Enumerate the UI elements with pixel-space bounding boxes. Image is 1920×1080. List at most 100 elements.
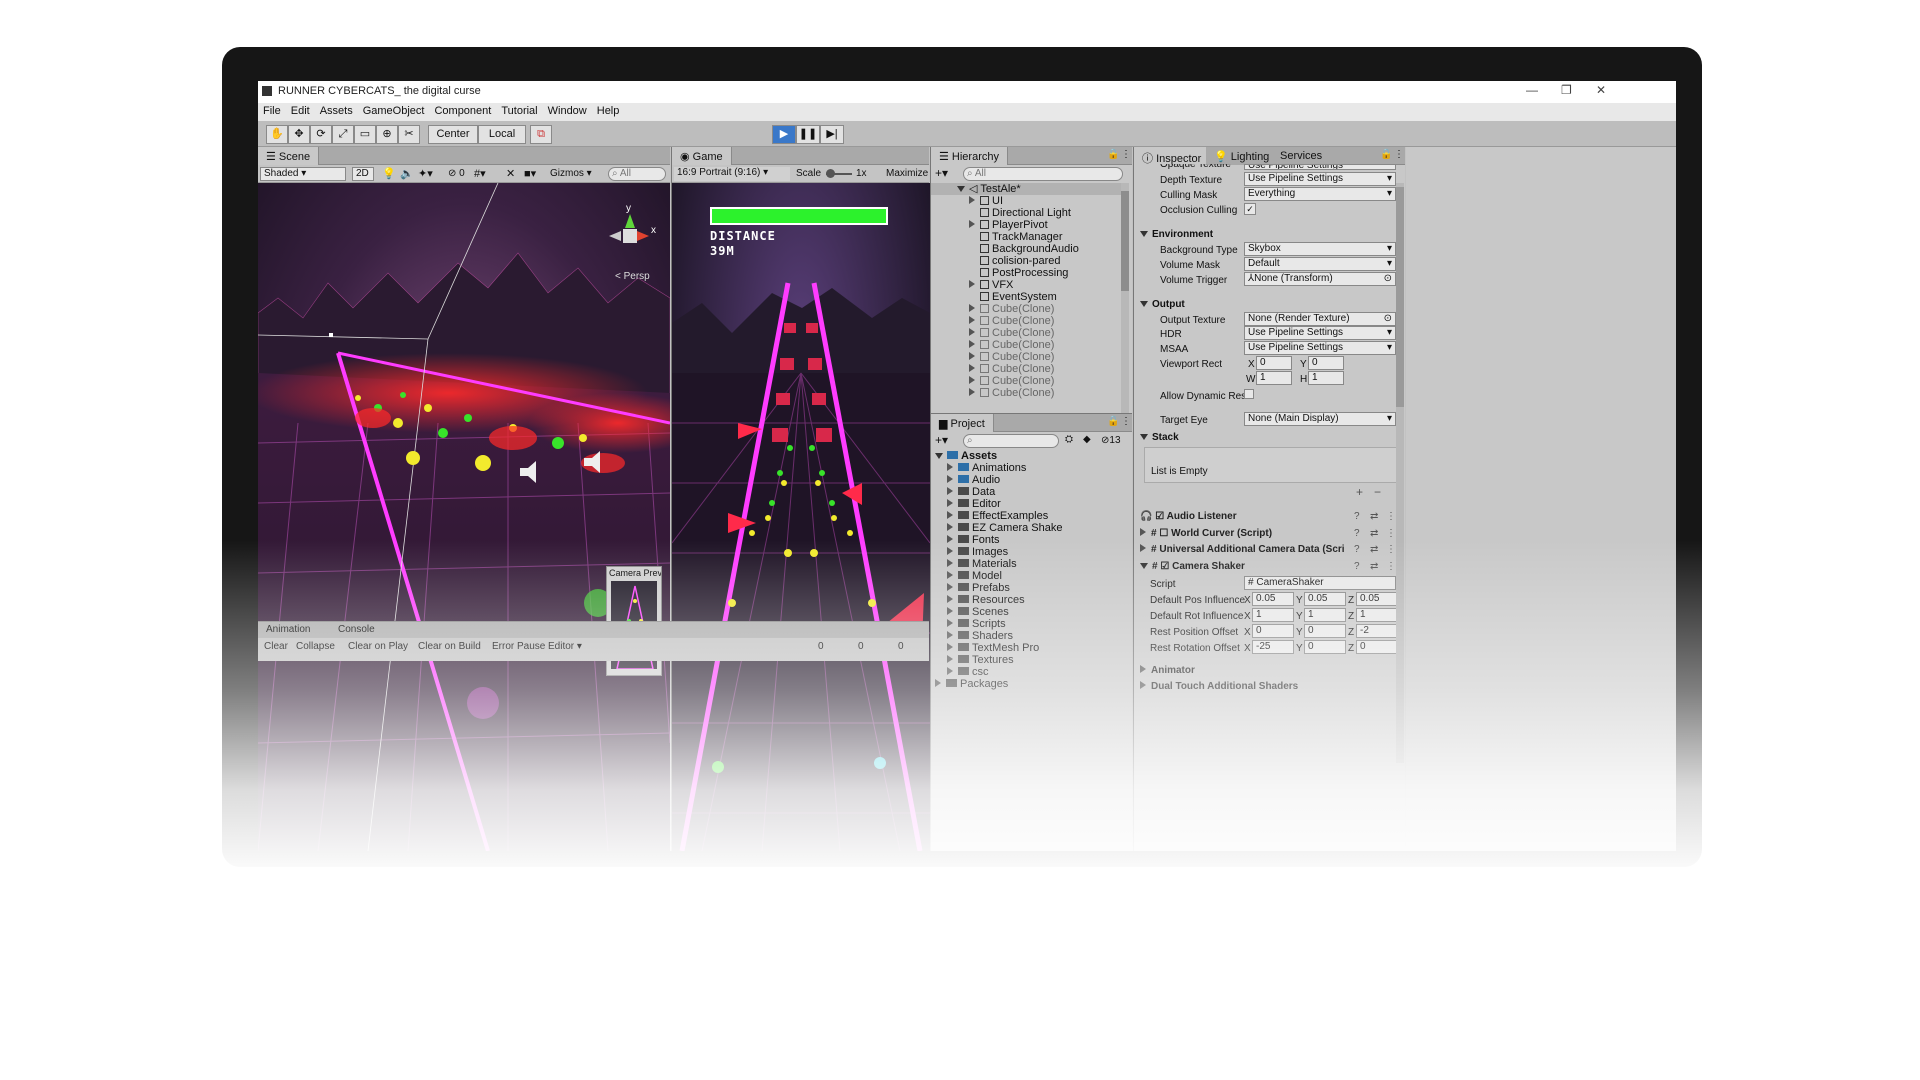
help-icon[interactable]: ?	[1354, 528, 1360, 539]
project-folder-item[interactable]: Resources	[947, 594, 1025, 606]
pos-y-input[interactable]: 0.05	[1304, 592, 1346, 606]
hdr-dropdown[interactable]: Use Pipeline Settings ▾	[1244, 326, 1396, 340]
minimize-button[interactable]: —	[1526, 83, 1538, 97]
pos-x-input[interactable]: 0.05	[1252, 592, 1294, 606]
custom-tool-icon[interactable]: ✂	[398, 125, 420, 144]
mode-2d-toggle[interactable]: 2D	[352, 167, 374, 181]
output-texture-field[interactable]: None (Render Texture) ⊙	[1244, 312, 1396, 326]
panel-menu-icon[interactable]: ⋮	[1121, 149, 1131, 160]
menu-tutorial[interactable]: Tutorial	[496, 103, 542, 117]
expand-arrow-icon[interactable]	[1140, 301, 1148, 307]
expand-arrow-icon[interactable]	[935, 679, 941, 687]
filter-label-icon[interactable]: ◆	[1083, 434, 1091, 445]
hierarchy-item[interactable]: BackgroundAudio	[931, 243, 1079, 255]
expand-arrow-icon[interactable]	[947, 655, 953, 663]
console-warning-count[interactable]: 0	[858, 641, 864, 652]
gizmos-dropdown[interactable]: Gizmos ▾	[550, 168, 592, 179]
viewport-h-input[interactable]: 1	[1308, 371, 1344, 385]
expand-arrow-icon[interactable]	[969, 328, 975, 336]
expand-arrow-icon[interactable]	[935, 453, 943, 459]
project-folder-item[interactable]: Images	[947, 546, 1008, 558]
expand-arrow-icon[interactable]	[947, 595, 953, 603]
msaa-dropdown[interactable]: Use Pipeline Settings ▾	[1244, 341, 1396, 355]
console-error-pause-button[interactable]: Error Pause	[492, 641, 545, 652]
expand-arrow-icon[interactable]	[1140, 231, 1148, 237]
project-folder-item[interactable]: EffectExamples	[947, 510, 1048, 522]
expand-arrow-icon[interactable]	[1140, 434, 1148, 440]
maximize-button[interactable]: ❐	[1561, 83, 1572, 97]
stack-remove-icon[interactable]: −	[1374, 485, 1381, 499]
expand-arrow-icon[interactable]	[969, 316, 975, 324]
expand-arrow-icon[interactable]	[1140, 665, 1146, 673]
hierarchy-item[interactable]: Cube(Clone)	[931, 387, 1054, 399]
opaque-texture-dropdown[interactable]: Use Pipeline Settings	[1244, 164, 1396, 170]
expand-arrow-icon[interactable]	[969, 196, 975, 204]
expand-arrow-icon[interactable]	[969, 280, 975, 288]
tab-scene[interactable]: ☰ Scene	[258, 147, 320, 165]
project-folder-item[interactable]: Textures	[947, 654, 1014, 666]
audio-listener-component[interactable]: 🎧 ☑ Audio Listener	[1140, 511, 1237, 522]
hierarchy-item[interactable]: UI	[931, 195, 1003, 207]
hierarchy-item[interactable]: Cube(Clone)	[931, 303, 1054, 315]
step-button[interactable]: ▶|	[820, 125, 844, 144]
expand-arrow-icon[interactable]	[957, 186, 965, 192]
tab-animation[interactable]: Animation	[266, 624, 310, 635]
expand-arrow-icon[interactable]	[947, 631, 953, 639]
project-folder-item[interactable]: Model	[947, 570, 1002, 582]
hierarchy-item[interactable]: EventSystem	[931, 291, 1057, 303]
console-error-count[interactable]: 0	[898, 641, 904, 652]
expand-arrow-icon[interactable]	[969, 388, 975, 396]
expand-arrow-icon[interactable]	[1140, 563, 1148, 569]
pause-button[interactable]: ❚❚	[796, 125, 820, 144]
console-clear-button[interactable]: Clear	[264, 641, 288, 652]
project-folder-item[interactable]: Animations	[947, 462, 1026, 474]
game-viewport[interactable]: DISTANCE 39M	[672, 183, 930, 851]
scale-tool-icon[interactable]: ⤢	[332, 125, 354, 144]
expand-arrow-icon[interactable]	[947, 499, 953, 507]
transform-tool-icon[interactable]: ⊕	[376, 125, 398, 144]
lock-icon[interactable]: 🔒	[1107, 149, 1119, 160]
scene-orientation-gizmo[interactable]: y x < Persp	[603, 203, 663, 282]
project-folder-item[interactable]: Editor	[947, 498, 1001, 510]
hidden-packages-counter[interactable]: ⊘13	[1101, 435, 1121, 446]
menu-component[interactable]: Component	[429, 103, 496, 117]
expand-arrow-icon[interactable]	[1140, 544, 1146, 552]
rect-tool-icon[interactable]: ▭	[354, 125, 376, 144]
dual-touch-component[interactable]: Dual Touch Additional Shaders	[1140, 681, 1298, 692]
lock-icon[interactable]: 🔒	[1107, 416, 1119, 427]
rest-rot-y-input[interactable]: 0	[1304, 640, 1346, 654]
background-type-dropdown[interactable]: Skybox ▾	[1244, 242, 1396, 256]
close-button[interactable]: ✕	[1596, 83, 1606, 97]
panel-menu-icon[interactable]: ⋮	[1394, 149, 1404, 160]
scale-slider[interactable]	[826, 169, 852, 178]
expand-arrow-icon[interactable]	[947, 535, 953, 543]
rot-z-input[interactable]: 1	[1356, 608, 1398, 622]
scene-root-item[interactable]: ◁ TestAle*	[931, 183, 1123, 195]
effects-icon[interactable]: ✦▾	[418, 167, 433, 180]
tab-project[interactable]: ▆ Project	[931, 414, 994, 432]
expand-arrow-icon[interactable]	[947, 511, 953, 519]
expand-arrow-icon[interactable]	[947, 607, 953, 615]
inspector-scrollbar[interactable]	[1396, 183, 1404, 763]
hierarchy-item[interactable]: Cube(Clone)	[931, 315, 1054, 327]
console-clear-on-play-button[interactable]: Clear on Play	[348, 641, 408, 652]
inspector-scroll-thumb[interactable]	[1396, 187, 1404, 407]
volume-trigger-field[interactable]: ⅄None (Transform) ⊙	[1244, 272, 1396, 286]
expand-arrow-icon[interactable]	[969, 364, 975, 372]
help-icon[interactable]: ?	[1354, 511, 1360, 522]
tab-lighting[interactable]: 💡 Lighting	[1206, 147, 1279, 165]
assets-root-item[interactable]: Assets	[935, 450, 997, 462]
lighting-icon[interactable]: 💡	[382, 167, 396, 180]
snap-icon[interactable]: ⧉	[530, 125, 552, 144]
console-editor-dropdown[interactable]: Editor ▾	[548, 641, 582, 652]
tab-services[interactable]: Services	[1272, 147, 1331, 165]
hierarchy-search-input[interactable]: ⌕ All	[963, 167, 1123, 181]
expand-arrow-icon[interactable]	[947, 583, 953, 591]
component-menu-icon[interactable]: ⋮	[1386, 544, 1396, 555]
expand-arrow-icon[interactable]	[947, 463, 953, 471]
expand-arrow-icon[interactable]	[1140, 681, 1146, 689]
menu-file[interactable]: File	[258, 103, 286, 117]
hierarchy-scroll-thumb[interactable]	[1121, 191, 1129, 291]
project-folder-item[interactable]: EZ Camera Shake	[947, 522, 1062, 534]
lock-icon[interactable]: 🔒	[1380, 149, 1392, 160]
